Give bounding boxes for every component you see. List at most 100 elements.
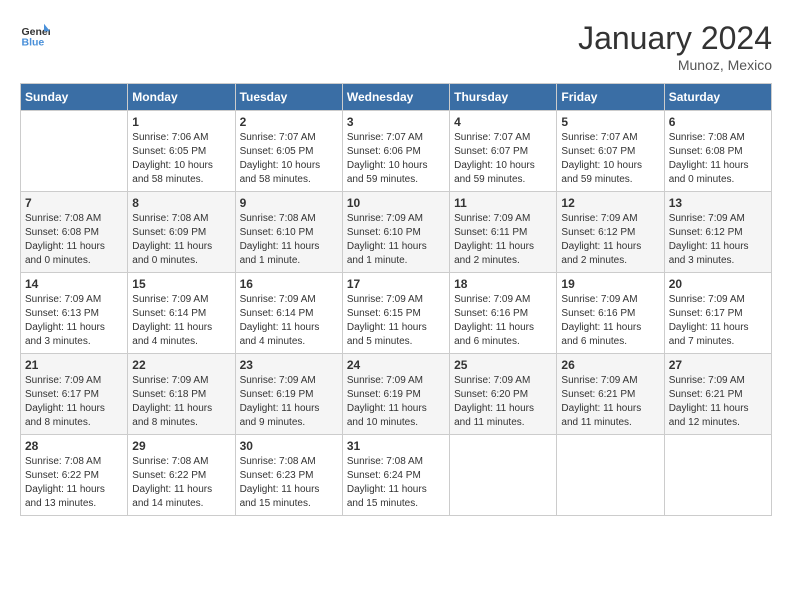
day-number: 17 (347, 277, 445, 291)
day-cell: 6 Sunrise: 7:08 AM Sunset: 6:08 PM Daylig… (664, 111, 771, 192)
day-cell: 2 Sunrise: 7:07 AM Sunset: 6:05 PM Daylig… (235, 111, 342, 192)
week-row-1: 1 Sunrise: 7:06 AM Sunset: 6:05 PM Daylig… (21, 111, 772, 192)
day-cell: 4 Sunrise: 7:07 AM Sunset: 6:07 PM Daylig… (450, 111, 557, 192)
day-number: 8 (132, 196, 230, 210)
day-cell: 28 Sunrise: 7:08 AM Sunset: 6:22 PM Dayli… (21, 435, 128, 516)
day-info: Sunrise: 7:09 AM Sunset: 6:12 PM Dayligh… (561, 212, 659, 268)
day-cell: 5 Sunrise: 7:07 AM Sunset: 6:07 PM Daylig… (557, 111, 664, 192)
day-cell: 15 Sunrise: 7:09 AM Sunset: 6:14 PM Dayli… (128, 273, 235, 354)
day-info: Sunrise: 7:09 AM Sunset: 6:21 PM Dayligh… (669, 374, 767, 430)
day-info: Sunrise: 7:07 AM Sunset: 6:06 PM Dayligh… (347, 131, 445, 187)
day-cell: 25Sunrise: 7:09 AM Sunset: 6:20 PM Dayli… (450, 354, 557, 435)
calendar-table: SundayMondayTuesdayWednesdayThursdayFrid… (20, 83, 772, 516)
day-number: 21 (25, 358, 123, 372)
logo: General Blue (20, 20, 50, 50)
day-info: Sunrise: 7:09 AM Sunset: 6:16 PM Dayligh… (454, 293, 552, 349)
day-cell: 23 Sunrise: 7:09 AM Sunset: 6:19 PM Dayli… (235, 354, 342, 435)
day-number: 15 (132, 277, 230, 291)
location: Munoz, Mexico (578, 57, 772, 73)
day-cell: 21 Sunrise: 7:09 AM Sunset: 6:17 PM Dayli… (21, 354, 128, 435)
week-row-5: 28 Sunrise: 7:08 AM Sunset: 6:22 PM Dayli… (21, 435, 772, 516)
day-number: 11 (454, 196, 552, 210)
day-number: 12 (561, 196, 659, 210)
day-cell: 27 Sunrise: 7:09 AM Sunset: 6:21 PM Dayli… (664, 354, 771, 435)
day-info: Sunrise: 7:09 AM Sunset: 6:19 PM Dayligh… (240, 374, 338, 430)
day-number: 6 (669, 115, 767, 129)
day-info: Sunrise: 7:09 AM Sunset: 6:14 PM Dayligh… (240, 293, 338, 349)
day-number: 3 (347, 115, 445, 129)
day-cell: 14Sunrise: 7:09 AM Sunset: 6:13 PM Dayli… (21, 273, 128, 354)
day-info: Sunrise: 7:09 AM Sunset: 6:17 PM Dayligh… (669, 293, 767, 349)
day-cell: 20 Sunrise: 7:09 AM Sunset: 6:17 PM Dayli… (664, 273, 771, 354)
day-number: 1 (132, 115, 230, 129)
day-number: 19 (561, 277, 659, 291)
day-info: Sunrise: 7:09 AM Sunset: 6:18 PM Dayligh… (132, 374, 230, 430)
day-number: 13 (669, 196, 767, 210)
day-info: Sunrise: 7:09 AM Sunset: 6:17 PM Dayligh… (25, 374, 123, 430)
day-info: Sunrise: 7:09 AM Sunset: 6:12 PM Dayligh… (669, 212, 767, 268)
day-cell: 11 Sunrise: 7:09 AM Sunset: 6:11 PM Dayli… (450, 192, 557, 273)
day-cell: 18Sunrise: 7:09 AM Sunset: 6:16 PM Dayli… (450, 273, 557, 354)
column-headers: SundayMondayTuesdayWednesdayThursdayFrid… (21, 84, 772, 111)
day-cell: 17 Sunrise: 7:09 AM Sunset: 6:15 PM Dayli… (342, 273, 449, 354)
day-cell (664, 435, 771, 516)
day-info: Sunrise: 7:09 AM Sunset: 6:15 PM Dayligh… (347, 293, 445, 349)
day-number: 29 (132, 439, 230, 453)
day-cell: 26 Sunrise: 7:09 AM Sunset: 6:21 PM Dayli… (557, 354, 664, 435)
day-info: Sunrise: 7:07 AM Sunset: 6:07 PM Dayligh… (561, 131, 659, 187)
page-header: General Blue January 2024 Munoz, Mexico (20, 20, 772, 73)
day-cell (450, 435, 557, 516)
day-cell: 31Sunrise: 7:08 AM Sunset: 6:24 PM Dayli… (342, 435, 449, 516)
day-cell: 3 Sunrise: 7:07 AM Sunset: 6:06 PM Daylig… (342, 111, 449, 192)
day-cell: 10 Sunrise: 7:09 AM Sunset: 6:10 PM Dayli… (342, 192, 449, 273)
day-info: Sunrise: 7:09 AM Sunset: 6:13 PM Dayligh… (25, 293, 123, 349)
day-number: 27 (669, 358, 767, 372)
day-info: Sunrise: 7:07 AM Sunset: 6:07 PM Dayligh… (454, 131, 552, 187)
day-number: 26 (561, 358, 659, 372)
column-header-sunday: Sunday (21, 84, 128, 111)
day-info: Sunrise: 7:08 AM Sunset: 6:08 PM Dayligh… (669, 131, 767, 187)
day-info: Sunrise: 7:07 AM Sunset: 6:05 PM Dayligh… (240, 131, 338, 187)
day-cell: 8 Sunrise: 7:08 AM Sunset: 6:09 PM Daylig… (128, 192, 235, 273)
day-number: 25 (454, 358, 552, 372)
day-cell: 13 Sunrise: 7:09 AM Sunset: 6:12 PM Dayli… (664, 192, 771, 273)
day-number: 20 (669, 277, 767, 291)
day-cell (557, 435, 664, 516)
day-number: 30 (240, 439, 338, 453)
column-header-tuesday: Tuesday (235, 84, 342, 111)
day-cell (21, 111, 128, 192)
day-number: 9 (240, 196, 338, 210)
day-info: Sunrise: 7:08 AM Sunset: 6:24 PM Dayligh… (347, 455, 445, 511)
day-number: 10 (347, 196, 445, 210)
column-header-saturday: Saturday (664, 84, 771, 111)
month-title: January 2024 (578, 20, 772, 57)
week-row-2: 7Sunrise: 7:08 AM Sunset: 6:08 PM Daylig… (21, 192, 772, 273)
day-info: Sunrise: 7:08 AM Sunset: 6:22 PM Dayligh… (25, 455, 123, 511)
day-number: 2 (240, 115, 338, 129)
day-cell: 9 Sunrise: 7:08 AM Sunset: 6:10 PM Daylig… (235, 192, 342, 273)
day-number: 4 (454, 115, 552, 129)
day-number: 23 (240, 358, 338, 372)
day-cell: 19 Sunrise: 7:09 AM Sunset: 6:16 PM Dayli… (557, 273, 664, 354)
day-info: Sunrise: 7:09 AM Sunset: 6:21 PM Dayligh… (561, 374, 659, 430)
day-cell: 24Sunrise: 7:09 AM Sunset: 6:19 PM Dayli… (342, 354, 449, 435)
day-cell: 7Sunrise: 7:08 AM Sunset: 6:08 PM Daylig… (21, 192, 128, 273)
day-info: Sunrise: 7:06 AM Sunset: 6:05 PM Dayligh… (132, 131, 230, 187)
day-info: Sunrise: 7:09 AM Sunset: 6:16 PM Dayligh… (561, 293, 659, 349)
day-number: 5 (561, 115, 659, 129)
day-info: Sunrise: 7:09 AM Sunset: 6:10 PM Dayligh… (347, 212, 445, 268)
logo-icon: General Blue (20, 20, 50, 50)
day-info: Sunrise: 7:08 AM Sunset: 6:09 PM Dayligh… (132, 212, 230, 268)
column-header-friday: Friday (557, 84, 664, 111)
day-info: Sunrise: 7:09 AM Sunset: 6:11 PM Dayligh… (454, 212, 552, 268)
column-header-wednesday: Wednesday (342, 84, 449, 111)
day-number: 16 (240, 277, 338, 291)
day-cell: 1 Sunrise: 7:06 AM Sunset: 6:05 PM Daylig… (128, 111, 235, 192)
day-number: 28 (25, 439, 123, 453)
day-info: Sunrise: 7:08 AM Sunset: 6:10 PM Dayligh… (240, 212, 338, 268)
day-number: 22 (132, 358, 230, 372)
day-info: Sunrise: 7:09 AM Sunset: 6:14 PM Dayligh… (132, 293, 230, 349)
day-info: Sunrise: 7:08 AM Sunset: 6:23 PM Dayligh… (240, 455, 338, 511)
day-number: 7 (25, 196, 123, 210)
day-cell: 30 Sunrise: 7:08 AM Sunset: 6:23 PM Dayli… (235, 435, 342, 516)
